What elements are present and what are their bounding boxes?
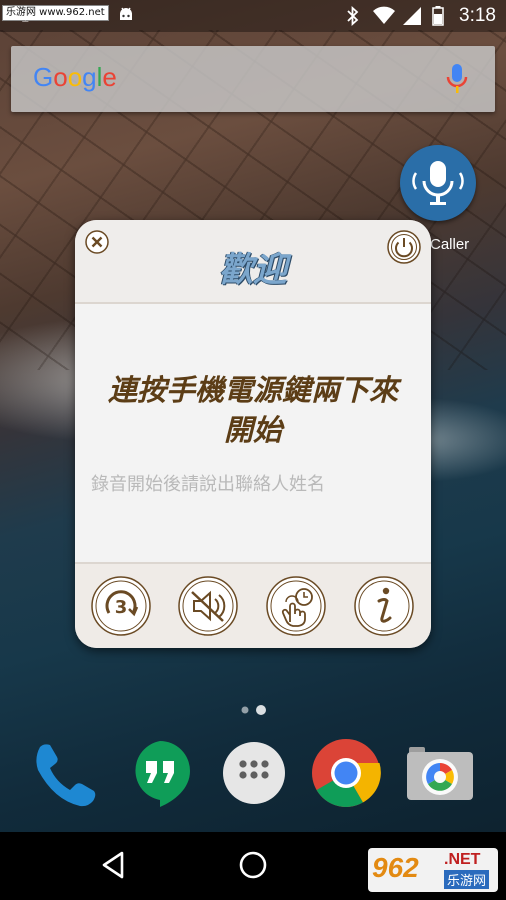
signal-icon	[402, 6, 422, 31]
hangouts-app-icon[interactable]	[124, 737, 196, 809]
hangouts-icon	[135, 741, 190, 807]
chrome-app-icon[interactable]	[310, 737, 382, 809]
countdown-3-icon: 3	[91, 576, 151, 636]
dialog-header: 歡迎	[75, 220, 431, 304]
watermark-number: 962	[372, 852, 419, 883]
google-logo-letter: o	[67, 62, 83, 92]
info-button[interactable]	[354, 576, 414, 636]
voice-search-icon[interactable]	[445, 62, 469, 100]
battery-icon	[432, 6, 444, 31]
power-button[interactable]	[387, 230, 421, 264]
phone-icon	[36, 744, 96, 807]
voice-caller-app-icon[interactable]	[400, 145, 476, 221]
home-button[interactable]	[238, 850, 268, 884]
status-clock: 3:18	[459, 5, 496, 26]
google-logo: Google	[33, 62, 117, 93]
google-search-widget[interactable]: Google	[11, 46, 495, 112]
mute-button[interactable]	[178, 576, 238, 636]
watermark-domain: .NET	[444, 851, 481, 868]
app-drawer-button[interactable]	[218, 737, 290, 809]
back-icon	[102, 851, 124, 879]
google-logo-letter: e	[102, 62, 117, 92]
chrome-icon	[312, 739, 381, 807]
google-logo-letter: g	[82, 62, 97, 92]
dialog-title: 歡迎	[219, 250, 287, 290]
tap-timer-icon	[266, 576, 326, 636]
android-icon	[117, 6, 135, 29]
dialog-instruction: 連按手機電源鍵兩下來 開始	[75, 370, 431, 450]
watermark-chinese: 乐游网	[444, 870, 490, 889]
status-bar: 乐游网 www.962.net ⤓ 3:18	[0, 0, 506, 32]
bluetooth-icon	[346, 5, 360, 31]
countdown-button[interactable]: 3	[91, 576, 151, 636]
phone-app-icon[interactable]	[30, 737, 102, 809]
power-icon	[387, 230, 421, 264]
google-logo-letter: G	[33, 62, 54, 92]
tap-timer-button[interactable]	[266, 576, 326, 636]
home-icon	[239, 851, 267, 879]
svg-text:3: 3	[115, 597, 128, 618]
status-watermark: 乐游网 www.962.net	[2, 5, 109, 21]
voice-caller-app-label: Caller	[430, 236, 470, 253]
back-button[interactable]	[100, 850, 126, 884]
instruction-line-2: 開始	[223, 413, 282, 447]
wifi-icon	[372, 6, 396, 31]
google-logo-letter: o	[53, 62, 68, 92]
instruction-line-1: 連按手機電源鍵兩下來	[107, 373, 398, 407]
download-icon: ⤓	[22, 7, 29, 25]
camera-app-icon[interactable]	[404, 737, 476, 809]
app-drawer-icon	[223, 742, 285, 804]
corner-watermark: 962 .NET 乐游网	[368, 848, 498, 892]
info-icon	[354, 576, 414, 636]
dialog-hint: 錄音開始後請說出聯絡人姓名	[91, 474, 325, 495]
page-indicator	[241, 701, 271, 720]
mute-speaker-icon	[178, 576, 238, 636]
welcome-dialog: 歡迎 連按手機電源鍵兩下來 開始 錄音開始後請說出聯絡人姓名 3	[75, 220, 431, 648]
camera-icon	[407, 747, 473, 800]
